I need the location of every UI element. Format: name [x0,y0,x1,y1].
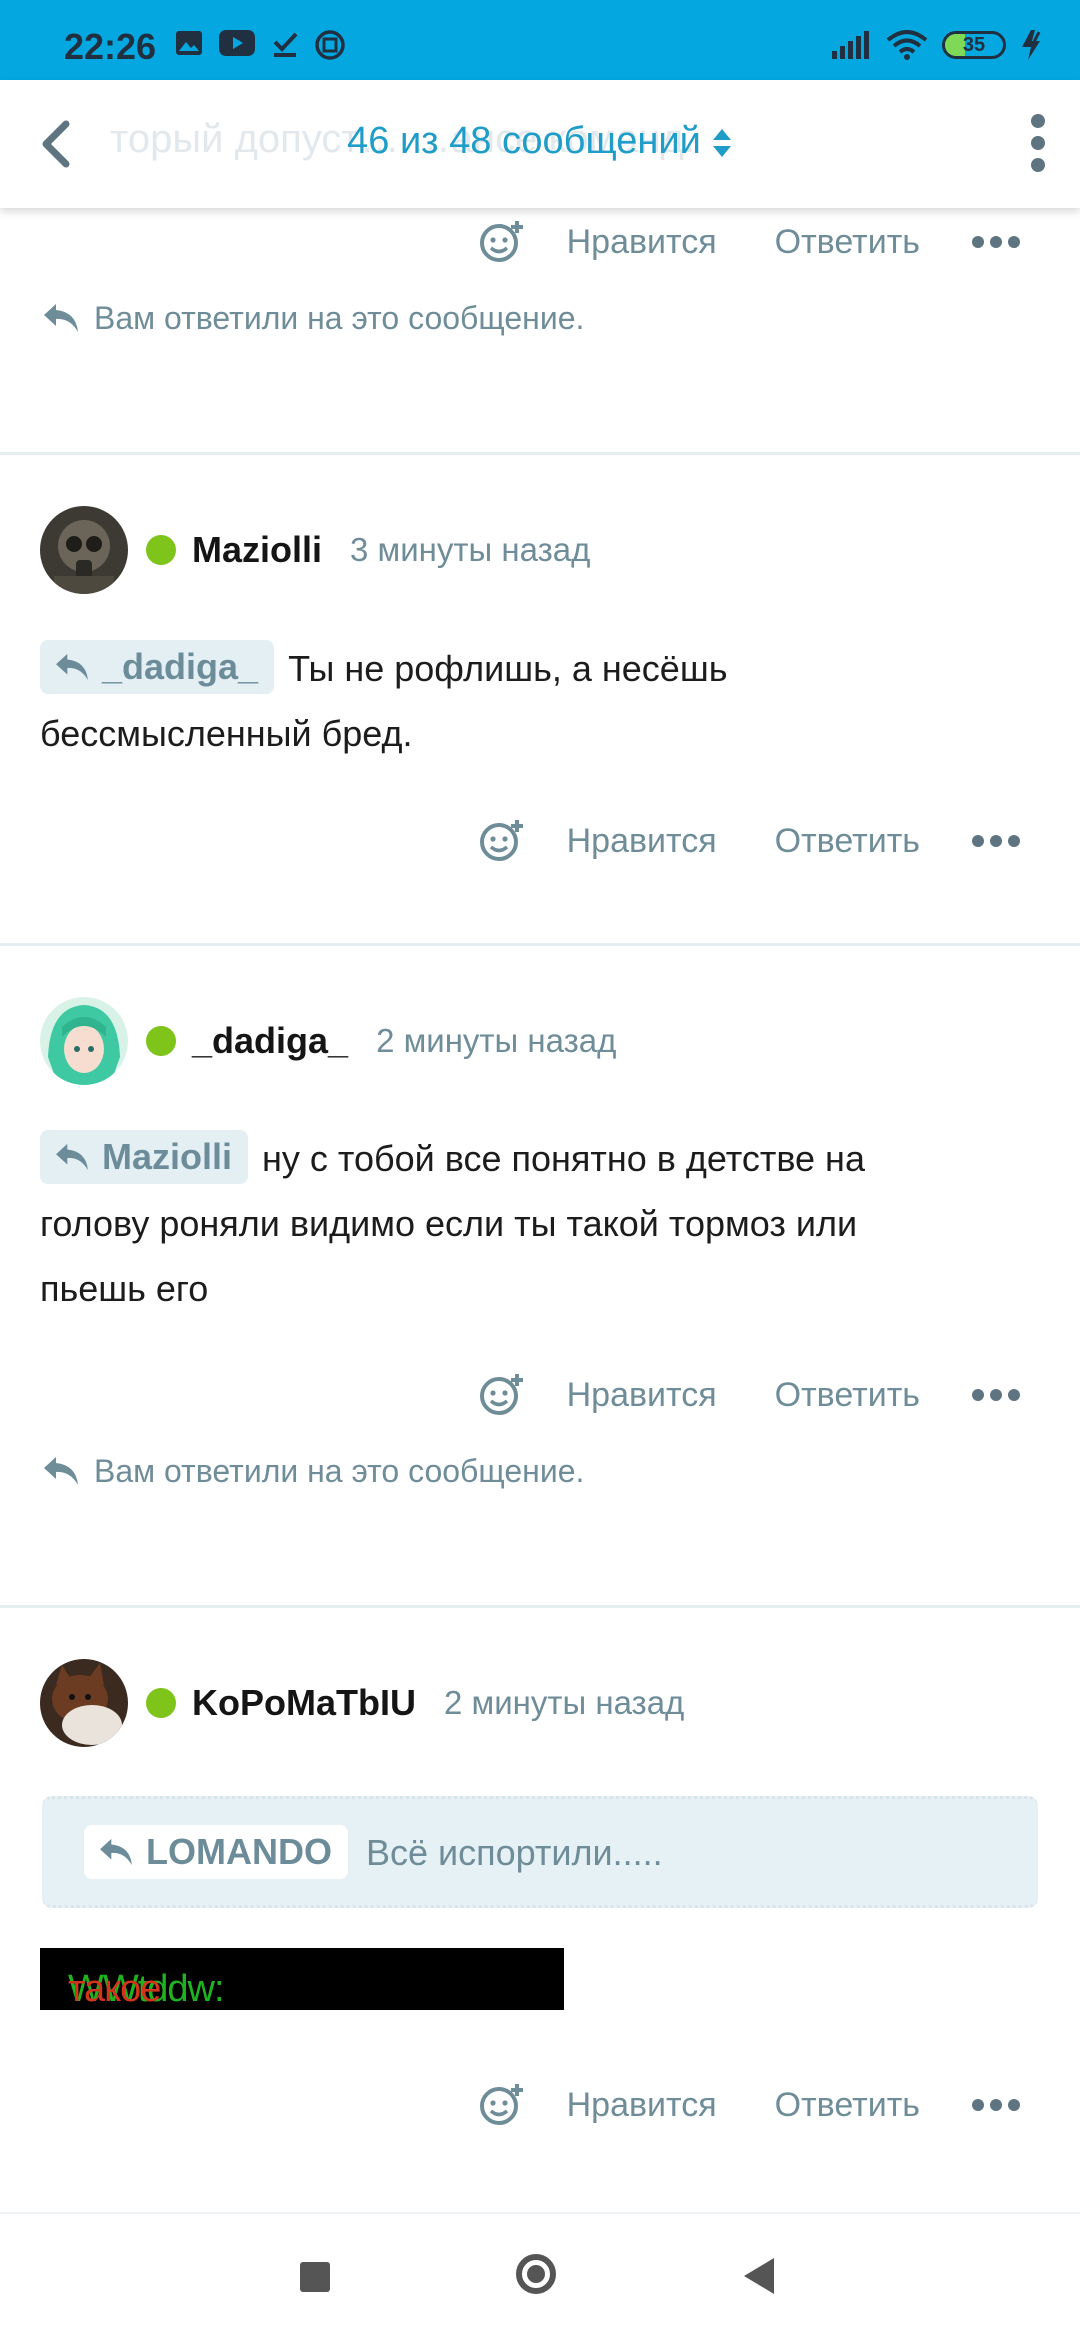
like-button[interactable]: Нравится [567,1376,717,1415]
post-text-line: ну с тобой все понятно в детстве на [262,1138,865,1179]
more-actions-icon[interactable] [972,236,1020,248]
post-divider [0,1605,1080,1608]
reply-arrow-icon [100,1838,132,1866]
post-actions: Нравится Ответить [479,217,1020,267]
author-name[interactable]: _dadiga_ [192,1020,348,1062]
replied-notice-text: Вам ответили на это сообщение. [94,1452,585,1489]
replied-notice-text: Вам ответили на это сообщение. [94,299,585,336]
battery-indicator: 35 [942,31,1006,59]
message-counter-label: 46 из 48 сообщений [347,120,701,162]
reply-arrow-icon [56,1144,88,1171]
post-time[interactable]: 3 минуты назад [350,531,590,569]
post-author: Maziolli 3 минуты назад [40,505,590,595]
back-icon[interactable] [744,2258,774,2294]
online-indicator [146,535,176,565]
message-counter[interactable]: 46 из 48 сообщений [0,120,1080,163]
post-actions: Нравится Ответить [479,1370,1020,1420]
reply-button[interactable]: Ответить [775,223,920,262]
reply-button[interactable]: Ответить [775,822,920,861]
like-button[interactable]: Нравится [567,822,717,861]
reply-arrow-icon [56,654,88,681]
post-text-line: пьешь его [40,1268,209,1309]
gif-text-red: такое бывает [68,1968,161,2010]
screen-record-icon [315,30,345,60]
reply-button[interactable]: Ответить [775,2086,920,2125]
post-time[interactable]: 2 минуты назад [376,1022,616,1060]
post-text-line: голову роняли видимо если ты такой тормо… [40,1203,858,1244]
like-button[interactable]: Нравится [567,2086,717,2125]
wifi-icon [886,30,928,60]
post-text: Maziolli ну с тобой все понятно в детстве… [40,1126,1000,1321]
more-actions-icon[interactable] [972,1389,1020,1401]
more-actions-icon[interactable] [972,835,1020,847]
replied-notice: Вам ответили на это сообщение. [42,296,584,340]
recents-icon[interactable] [300,2262,330,2292]
post-divider [0,452,1080,455]
reply-button[interactable]: Ответить [775,1376,920,1415]
mention-chip[interactable]: _dadiga_ [40,640,275,695]
more-actions-icon[interactable] [972,2099,1020,2111]
post-actions: Нравится Ответить [479,816,1020,866]
post-text: _dadiga_ Ты не рофлишь, а несёшь бессмысл… [40,636,1000,766]
add-reaction-icon[interactable] [479,1372,525,1418]
post-text-line: бессмысленный бред. [40,713,413,754]
post-actions: Нравится Ответить [479,2080,1020,2130]
sort-updown-icon [712,128,731,157]
add-reaction-icon[interactable] [479,2082,525,2128]
like-button[interactable]: Нравится [567,223,717,262]
avatar[interactable] [40,997,128,1085]
status-bar: 22:26 35 [0,0,1080,80]
online-indicator [146,1688,176,1718]
replied-notice: Вам ответили на это сообщение. [42,1449,584,1493]
quote-author-name: LOMANDO [146,1831,332,1872]
status-time: 22:26 [64,26,157,67]
post-author: KoPoMaTbIU 2 минуты назад [40,1658,684,1748]
status-right: 35 [832,30,1046,60]
youtube-icon [219,30,255,56]
post-divider [0,943,1080,946]
post-author: _dadiga_ 2 минуты назад [40,996,616,1086]
author-name[interactable]: KoPoMaTbIU [192,1682,416,1724]
mention-chip[interactable]: Maziolli [40,1130,249,1185]
notification-icons [175,30,345,60]
post-text-line: Ты не рофлишь, а несёшь [288,648,728,689]
quote-author-chip[interactable]: LOMANDO [84,1825,348,1879]
battery-level: 35 [962,33,986,56]
attached-image[interactable]: WWtddw: такое бывает [40,1948,564,2010]
quote-text: Всё испортили..... [366,1832,663,1873]
charging-icon [1022,30,1041,60]
reply-arrow-icon [44,304,78,332]
download-done-icon [273,32,298,57]
mention-name: Maziolli [102,1136,233,1178]
thread-header: торый допуст… …ансе команд. 46 из 48 соо… [0,80,1080,208]
online-indicator [146,1026,176,1056]
author-name[interactable]: Maziolli [192,529,322,571]
avatar[interactable] [40,1659,128,1747]
system-nav-bar [0,2212,1080,2342]
signal-icon [832,31,869,59]
avatar[interactable] [40,506,128,594]
more-options-icon[interactable] [1026,114,1050,174]
add-reaction-icon[interactable] [479,818,525,864]
reply-arrow-icon [44,1457,78,1485]
post-time[interactable]: 2 минуты назад [444,1684,684,1722]
quoted-message[interactable]: LOMANDO Всё испортили..... [42,1796,1038,1908]
home-icon[interactable] [516,2254,556,2294]
mention-name: _dadiga_ [102,646,259,688]
gallery-icon [176,31,202,55]
add-reaction-icon[interactable] [479,219,525,265]
